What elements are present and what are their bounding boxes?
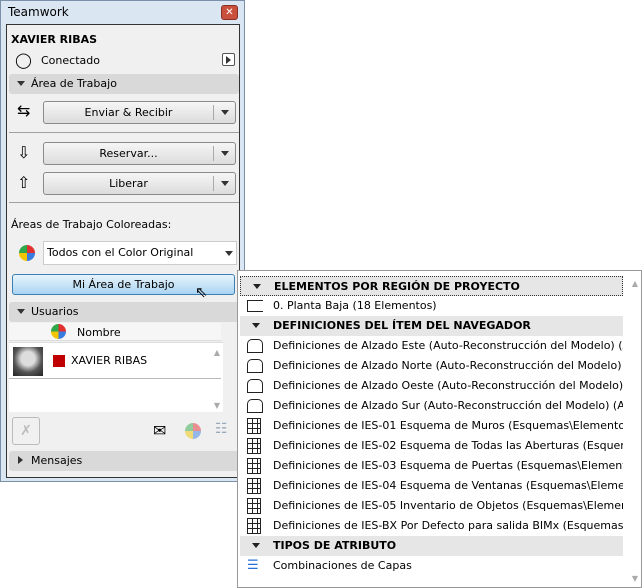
elevation-icon [247, 399, 263, 413]
avatar [13, 347, 43, 376]
color-column-icon [51, 324, 66, 339]
schedule-icon [247, 418, 261, 434]
scroll-down-arrow[interactable]: ▼ [214, 401, 220, 410]
dropdown-arrow[interactable] [213, 176, 235, 191]
item-label: Definiciones de IES-01 Esquema de Muros … [273, 419, 623, 432]
section-workspace[interactable]: Área de Trabajo [9, 74, 239, 94]
users-table-header: Nombre [9, 323, 221, 341]
group-title: DEFINICIONES DEL ÍTEM DEL NAVEGADOR [273, 319, 531, 332]
users-list: XAVIER RIBAS ▲ ▼ [9, 342, 223, 412]
dropdown-arrow[interactable] [213, 105, 235, 120]
column-name[interactable]: Nombre [77, 326, 121, 339]
send-receive-button[interactable]: Enviar & Recibir [43, 101, 236, 124]
new-message-icon[interactable]: ✉ [153, 421, 166, 440]
reserve-arrow-icon: ⇩ [17, 143, 31, 162]
list-item[interactable]: ☰ Combinaciones de Capas [240, 556, 623, 576]
list-item[interactable]: Definiciones de Alzado Norte (Auto-Recon… [240, 356, 623, 376]
layer-combination-icon: ☰ [247, 558, 259, 573]
user-row-name: XAVIER RIBAS [71, 354, 148, 367]
section-users[interactable]: Usuarios [9, 302, 239, 322]
list-item[interactable]: Definiciones de Alzado Este (Auto-Recons… [240, 336, 623, 356]
close-button[interactable]: ✕ [221, 5, 238, 20]
user-name: XAVIER RIBAS [11, 33, 98, 46]
button-label: Enviar & Recibir [84, 106, 173, 119]
color-wheel-icon [19, 245, 35, 261]
list-item[interactable]: Definiciones de IES-02 Esquema de Todas … [240, 436, 623, 456]
user-color-swatch [53, 355, 65, 367]
scroll-up-arrow[interactable]: ▲ [214, 348, 220, 357]
item-label: Definiciones de Alzado Oeste (Auto-Recon… [273, 379, 623, 392]
user-icon: ◯ [15, 51, 32, 69]
item-label: Definiciones de Alzado Norte (Auto-Recon… [273, 359, 623, 372]
list-item[interactable]: Definiciones de IES-04 Esquema de Ventan… [240, 476, 623, 496]
elevation-icon [247, 359, 263, 373]
status-menu-button[interactable] [222, 53, 235, 66]
item-label: Definiciones de Alzado Este (Auto-Recons… [273, 339, 623, 352]
dropdown-arrow [218, 246, 233, 260]
reservation-popup: ELEMENTOS POR REGIÓN DE PROYECTO 0. Plan… [237, 270, 642, 588]
button-label: Reservar... [99, 147, 158, 160]
section-label: Mensajes [31, 454, 83, 467]
list-item[interactable]: Definiciones de Alzado Oeste (Auto-Recon… [240, 376, 623, 396]
list-item[interactable]: Definiciones de IES-01 Esquema de Muros … [240, 416, 623, 436]
list-item[interactable]: Definiciones de IES-05 Inventario de Obj… [240, 496, 623, 516]
scroll-down-arrow[interactable]: ▼ [632, 574, 638, 583]
button-label: Liberar [109, 177, 148, 190]
window-title: Teamwork [8, 5, 69, 19]
teamwork-palette: Teamwork ✕ XAVIER RIBAS ◯ Conectado Área… [0, 0, 245, 482]
list-item[interactable]: Definiciones de IES-BX Por Defecto para … [240, 516, 623, 536]
group-title: ELEMENTOS POR REGIÓN DE PROYECTO [274, 280, 520, 293]
list-item[interactable]: 0. Planta Baja (18 Elementos) [240, 296, 623, 316]
colored-areas-label: Áreas de Trabajo Coloreadas: [11, 218, 172, 231]
item-label: Definiciones de Alzado Sur (Auto-Reconst… [273, 399, 623, 412]
item-label: Combinaciones de Capas [273, 559, 412, 572]
select-value: Todos con el Color Original [47, 246, 194, 259]
story-icon [247, 300, 263, 312]
list-item[interactable]: Definiciones de IES-03 Esquema de Puerta… [240, 456, 623, 476]
list-item[interactable]: Definiciones de Alzado Sur (Auto-Reconst… [240, 396, 623, 416]
divider [9, 202, 239, 203]
reserve-button[interactable]: Reservar... [43, 142, 236, 165]
schedule-icon [247, 518, 261, 534]
schedule-icon [247, 458, 261, 474]
schedule-icon [247, 478, 261, 494]
section-messages[interactable]: Mensajes [9, 451, 239, 471]
disconnect-user-button[interactable]: ✗ [12, 417, 40, 445]
color-mode-select[interactable]: Todos con el Color Original [43, 241, 237, 265]
item-label: 0. Planta Baja (18 Elementos) [273, 299, 437, 312]
item-label: Definiciones de IES-03 Esquema de Puerta… [273, 459, 623, 472]
send-receive-icon: ⇆ [17, 101, 31, 120]
item-label: Definiciones de IES-04 Esquema de Ventan… [273, 479, 623, 492]
schedule-icon [247, 438, 261, 454]
section-label: Usuarios [31, 305, 79, 318]
group-header-regions[interactable]: ELEMENTOS POR REGIÓN DE PROYECTO [240, 276, 623, 296]
user-color-button[interactable] [185, 423, 201, 439]
group-header-attributes[interactable]: TIPOS DE ATRIBUTO [240, 536, 623, 556]
table-row[interactable]: XAVIER RIBAS [9, 343, 221, 379]
group-header-navigator[interactable]: DEFINICIONES DEL ÍTEM DEL NAVEGADOR [240, 316, 623, 336]
elevation-icon [247, 339, 263, 353]
item-label: Definiciones de IES-02 Esquema de Todas … [273, 439, 623, 452]
item-label: Definiciones de IES-05 Inventario de Obj… [273, 499, 623, 512]
mouse-cursor-icon: ⇖ [195, 283, 208, 301]
elevation-icon [247, 379, 263, 393]
schedule-icon [247, 498, 261, 514]
scroll-up-arrow[interactable]: ▲ [632, 279, 638, 288]
group-title: TIPOS DE ATRIBUTO [273, 539, 397, 552]
release-button[interactable]: Liberar [43, 172, 236, 195]
section-label: Área de Trabajo [31, 77, 117, 90]
dropdown-arrow[interactable] [213, 146, 235, 161]
user-info-icon[interactable]: ☷ [215, 421, 228, 437]
release-arrow-icon: ⇧ [17, 173, 31, 192]
connection-status: Conectado [41, 54, 100, 67]
item-label: Definiciones de IES-BX Por Defecto para … [273, 519, 623, 532]
title-bar[interactable]: Teamwork ✕ [1, 1, 244, 23]
divider [9, 132, 239, 133]
